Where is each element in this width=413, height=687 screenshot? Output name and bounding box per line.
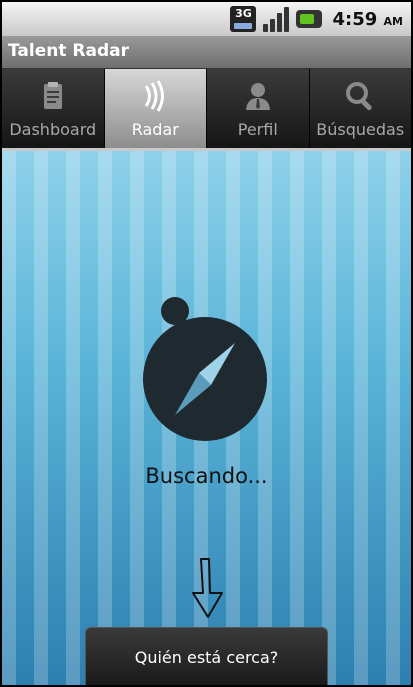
network-3g-icon: 3G <box>230 6 257 32</box>
clock: 4:59 AM <box>332 9 403 30</box>
status-icons: 3G 4:59 AM <box>230 6 403 32</box>
nearby-button-label: Quién está cerca? <box>134 648 279 667</box>
title-bar: Talent Radar <box>2 36 411 69</box>
nearby-button[interactable]: Quién está cerca? <box>85 627 328 685</box>
tab-label: Dashboard <box>9 120 97 139</box>
clipboard-icon <box>43 82 62 109</box>
tab-label: Búsquedas <box>316 120 405 139</box>
signal-strength-icon <box>262 6 290 32</box>
tab-radar[interactable]: Radar <box>104 69 207 148</box>
clock-ampm: AM <box>383 14 403 28</box>
app-title: Talent Radar <box>8 41 129 61</box>
tab-busquedas[interactable]: Búsquedas <box>309 69 411 148</box>
status-bar: 3G 4:59 AM <box>2 2 411 36</box>
tab-bar: Dashboard Radar Perfil Búsquedas <box>2 69 411 148</box>
network-label: 3G <box>235 7 252 20</box>
status-text: Buscando... <box>145 464 268 488</box>
radar-panel: Buscando... Quién está cerca? <box>2 151 411 685</box>
compass-icon <box>143 297 267 441</box>
tab-perfil[interactable]: Perfil <box>207 69 310 148</box>
tab-dashboard[interactable]: Dashboard <box>2 69 105 148</box>
battery-charging-icon <box>296 10 323 28</box>
device-frame: 3G 4:59 AM Talent Radar Dashboard Radar … <box>0 0 413 687</box>
magnifier-icon <box>346 82 372 111</box>
radar-waves-icon <box>144 80 165 112</box>
clock-time: 4:59 <box>332 8 378 30</box>
person-icon <box>245 83 270 110</box>
tab-label: Perfil <box>237 120 278 139</box>
tab-label: Radar <box>131 120 179 139</box>
arrow-down-icon <box>192 558 223 618</box>
